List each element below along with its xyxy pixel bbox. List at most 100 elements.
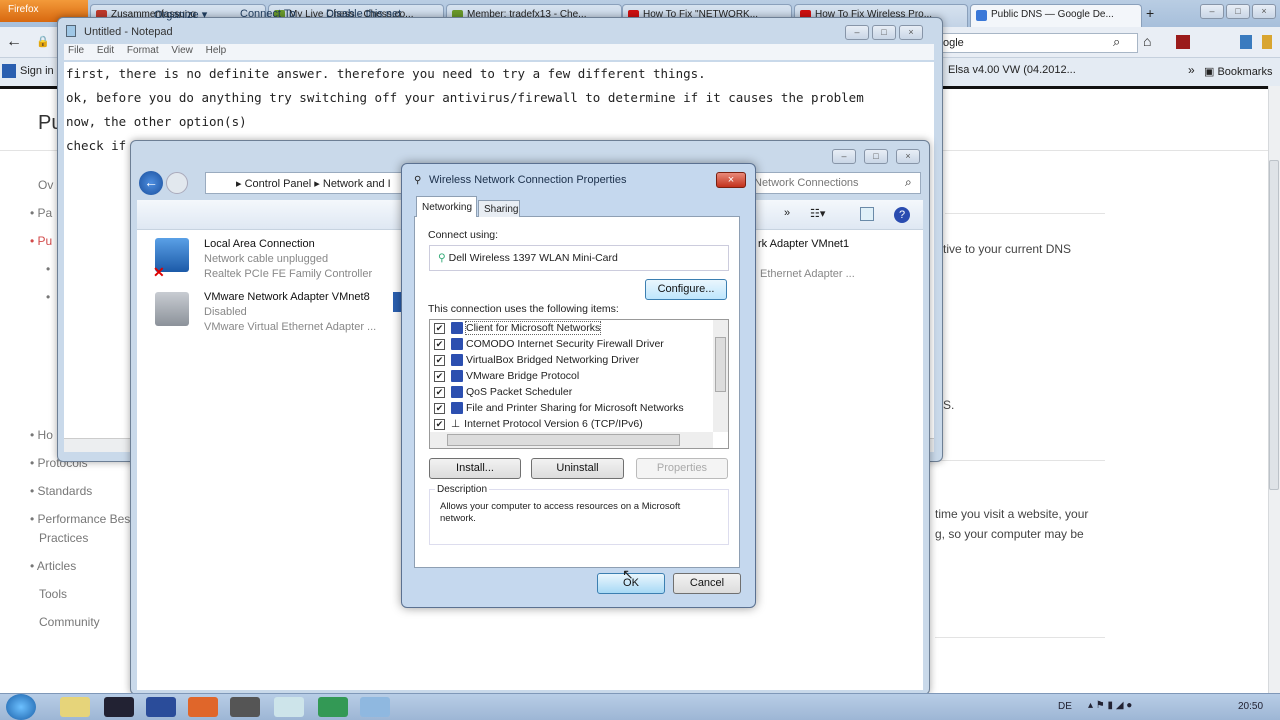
- explorer-taskbar-icon[interactable]: [60, 697, 90, 717]
- bookmarks-overflow-button[interactable]: »: [1188, 63, 1195, 77]
- nav-link[interactable]: Ov: [38, 178, 53, 192]
- menu-help[interactable]: Help: [206, 45, 227, 56]
- search-box[interactable]: ogle: [938, 33, 1138, 53]
- back-arrow-icon[interactable]: ←: [6, 33, 22, 51]
- notepad-title: Untitled - Notepad: [84, 26, 173, 38]
- checkbox-checked[interactable]: ✔: [434, 354, 445, 366]
- component-label: VirtualBox Bridged Networking Driver: [466, 354, 640, 366]
- notepad-maximize-button[interactable]: □: [872, 25, 896, 40]
- notepad-icon: [66, 25, 76, 37]
- language-indicator[interactable]: DE: [1058, 701, 1072, 712]
- dialog-close-button[interactable]: ×: [716, 172, 746, 188]
- more-options-icon[interactable]: »: [784, 207, 790, 219]
- component-item[interactable]: ✔ COMODO Internet Security Firewall Drive…: [434, 338, 664, 354]
- page-scrollbar-thumb[interactable]: [1269, 160, 1279, 490]
- connect-using-label: Connect using:: [428, 229, 499, 241]
- checkbox-checked[interactable]: ✔: [434, 338, 445, 350]
- organize-button[interactable]: Organize ▾: [154, 8, 207, 21]
- search-icon[interactable]: ⌕: [1113, 34, 1120, 50]
- bookmark-sign-in[interactable]: Sign in: [20, 65, 54, 77]
- nav-link[interactable]: • Performance Best: [30, 512, 134, 526]
- connection-name[interactable]: rk Adapter VMnet1: [758, 238, 849, 250]
- menu-edit[interactable]: Edit: [97, 45, 114, 56]
- browser-tab-active[interactable]: Public DNS — Google De...: [970, 4, 1142, 27]
- home-icon[interactable]: ⌂: [1143, 33, 1151, 49]
- nav-link-active[interactable]: • Pu: [30, 234, 52, 248]
- connection-name[interactable]: VMware Network Adapter VMnet8: [204, 291, 370, 303]
- install-button[interactable]: Install...: [429, 458, 521, 479]
- firefox-taskbar-icon[interactable]: [188, 697, 218, 717]
- forward-button[interactable]: [166, 172, 188, 194]
- breadcrumb-item[interactable]: Control Panel: [245, 178, 312, 190]
- nav-link[interactable]: • Articles: [30, 559, 76, 573]
- list-scrollbar-thumb[interactable]: [715, 337, 726, 392]
- bookmark-elsa[interactable]: Elsa v4.00 VW (04.2012...: [948, 64, 1076, 76]
- tab-networking[interactable]: Networking: [416, 196, 477, 217]
- checkbox-checked[interactable]: ✔: [434, 370, 445, 382]
- component-item[interactable]: ✔ VirtualBox Bridged Networking Driver: [434, 354, 639, 370]
- component-label: Client for Microsoft Networks: [464, 321, 602, 335]
- nav-link-label: Ho: [37, 428, 53, 442]
- app-taskbar-icon[interactable]: [104, 697, 134, 717]
- notepad-minimize-button[interactable]: –: [845, 25, 869, 40]
- tray-icons[interactable]: ▴ ⚑ ▮ ◢ ●: [1088, 700, 1132, 711]
- network-taskbar-icon[interactable]: [360, 697, 390, 717]
- network-service-icon: [451, 338, 463, 351]
- notepad-close-button[interactable]: ×: [899, 25, 923, 40]
- cancel-button[interactable]: Cancel: [673, 573, 741, 594]
- addon-icon[interactable]: [1176, 35, 1190, 49]
- menu-format[interactable]: Format: [127, 45, 159, 56]
- clock[interactable]: 20:50: [1238, 701, 1263, 712]
- component-item[interactable]: ✔ File and Printer Sharing for Microsoft …: [434, 402, 684, 418]
- help-icon[interactable]: ?: [894, 207, 910, 223]
- nav-link[interactable]: Tools: [39, 587, 67, 601]
- bookmarks-menu-button[interactable]: ▣ Bookmarks: [1204, 65, 1272, 78]
- preview-pane-icon[interactable]: [860, 207, 874, 221]
- network-service-icon: [451, 370, 463, 383]
- nav-link-label: Pu: [37, 234, 53, 248]
- menu-view[interactable]: View: [171, 45, 193, 56]
- component-item[interactable]: ✔ ⊥ Internet Protocol Version 6 (TCP/IPv6): [434, 418, 643, 432]
- new-tab-button[interactable]: +: [1146, 5, 1154, 21]
- menu-file[interactable]: File: [68, 45, 84, 56]
- cp-close-button[interactable]: ×: [896, 149, 920, 164]
- disable-device-button[interactable]: Disable this net: [326, 8, 401, 20]
- component-item[interactable]: ✔ Client for Microsoft Networks: [434, 321, 602, 338]
- start-button[interactable]: [6, 694, 36, 720]
- nav-link[interactable]: • Standards: [30, 484, 92, 498]
- browser-maximize-button[interactable]: □: [1226, 4, 1250, 19]
- checkbox-checked[interactable]: ✔: [434, 418, 445, 430]
- connect-to-button[interactable]: Connect To: [240, 8, 295, 20]
- nav-link-continued[interactable]: Practices: [39, 531, 88, 545]
- checkbox-checked[interactable]: ✔: [434, 402, 445, 414]
- checkbox-checked[interactable]: ✔: [434, 386, 445, 398]
- search-input[interactable]: Network Connections: [745, 172, 921, 194]
- view-options-icon[interactable]: ☷▾: [810, 207, 825, 220]
- configure-button[interactable]: Configure...: [645, 279, 727, 300]
- nav-link[interactable]: Community: [39, 615, 100, 629]
- app-taskbar-icon[interactable]: [230, 697, 260, 717]
- breadcrumb-item[interactable]: Network and I: [323, 178, 391, 190]
- cp-maximize-button[interactable]: □: [864, 149, 888, 164]
- notepad-taskbar-icon[interactable]: [274, 697, 304, 717]
- browser-minimize-button[interactable]: –: [1200, 4, 1224, 19]
- back-button[interactable]: ←: [139, 171, 163, 195]
- addon-icon[interactable]: [1240, 35, 1252, 49]
- checkbox-checked[interactable]: ✔: [434, 322, 445, 334]
- cp-minimize-button[interactable]: –: [832, 149, 856, 164]
- app-taskbar-icon[interactable]: [146, 697, 176, 717]
- uninstall-button[interactable]: Uninstall: [531, 458, 624, 479]
- nav-link[interactable]: • Pa: [30, 206, 52, 220]
- browser-close-button[interactable]: ×: [1252, 4, 1276, 19]
- list-h-scrollbar-thumb[interactable]: [447, 434, 680, 446]
- bookmark-icon[interactable]: [1262, 35, 1272, 49]
- bookmark-favicon-icon: [2, 64, 16, 78]
- app-taskbar-icon[interactable]: [318, 697, 348, 717]
- nav-link[interactable]: • Ho: [30, 428, 53, 442]
- dialog-title: Wireless Network Connection Properties: [429, 174, 627, 186]
- tab-sharing[interactable]: Sharing: [478, 200, 520, 217]
- component-label: Internet Protocol Version 6 (TCP/IPv6): [464, 418, 643, 430]
- component-item[interactable]: ✔ QoS Packet Scheduler: [434, 386, 572, 402]
- component-item[interactable]: ✔ VMware Bridge Protocol: [434, 370, 579, 386]
- connection-name[interactable]: Local Area Connection: [204, 238, 315, 250]
